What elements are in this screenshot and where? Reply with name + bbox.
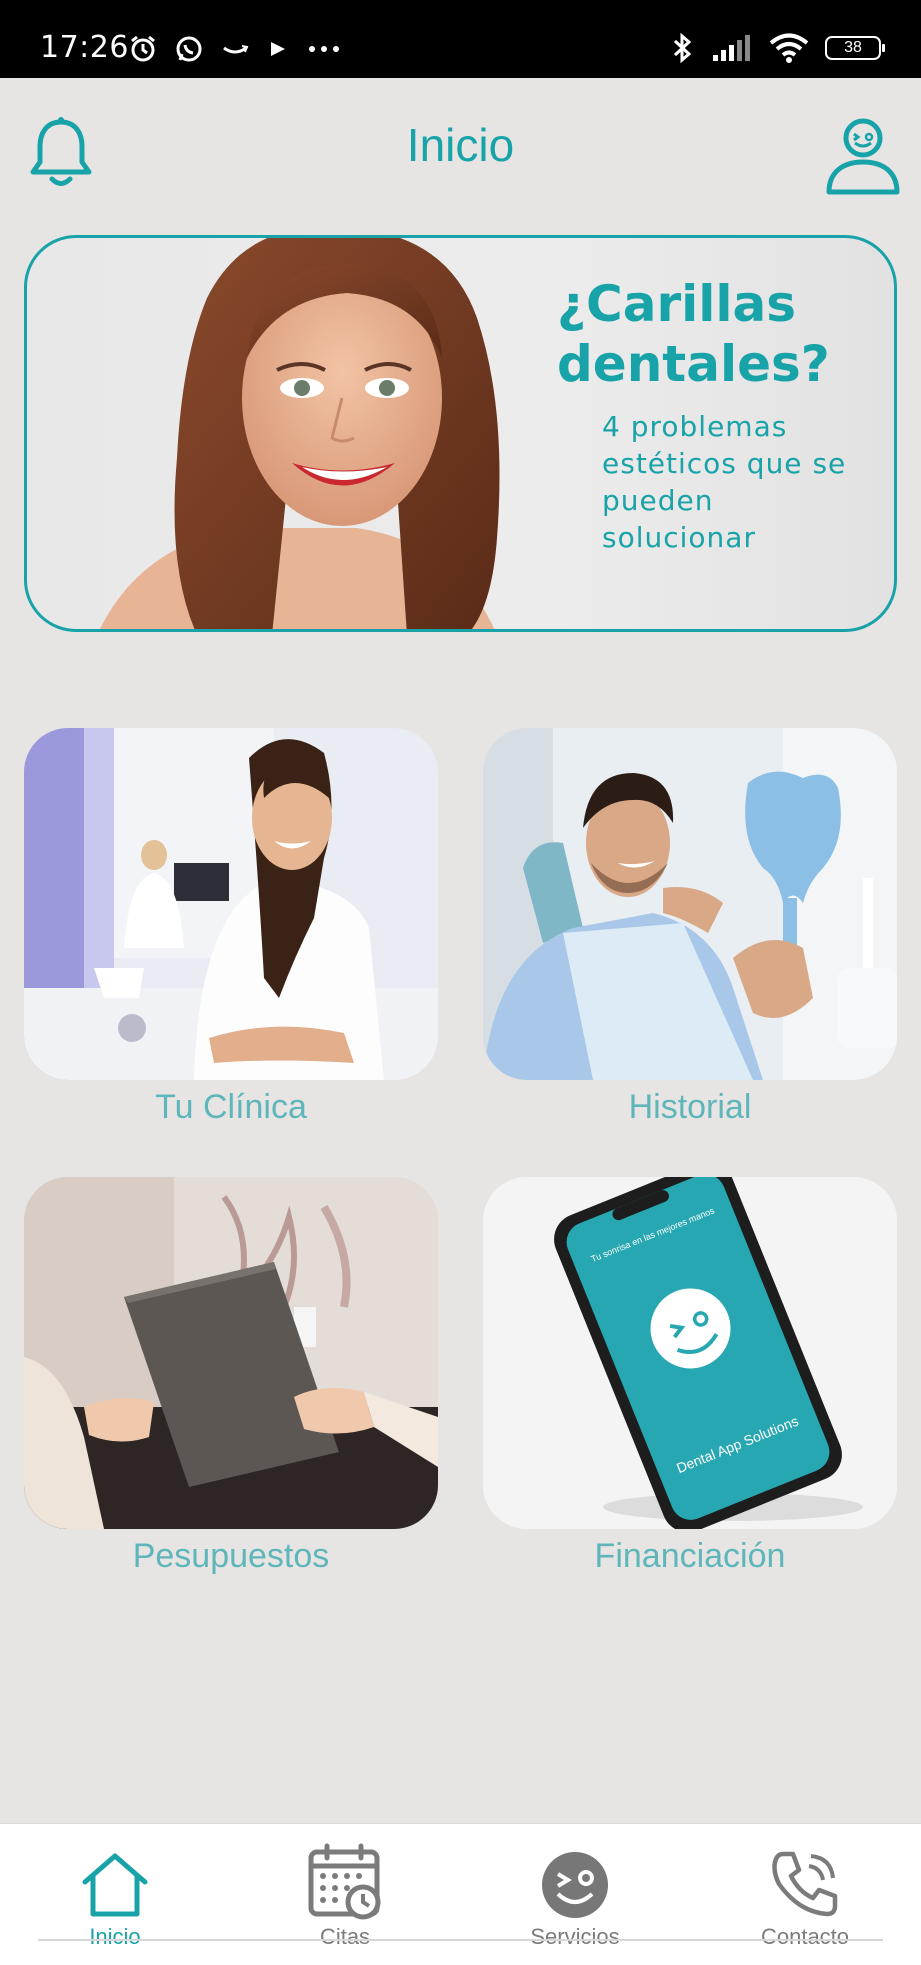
whatsapp-icon: [176, 36, 202, 62]
phone-icon: [772, 1851, 838, 1917]
tile-financiacion[interactable]: Tu sonrisa en las mejores manos Dental A…: [483, 1177, 897, 1529]
user-avatar-icon: [826, 118, 900, 195]
tile-label-pesupuestos[interactable]: Pesupuestos: [24, 1537, 438, 1576]
banner-title: ¿Carillas dentales?: [557, 275, 830, 393]
nav-item-inicio[interactable]: Inicio: [15, 1834, 215, 1950]
tile-label-tu-clinica[interactable]: Tu Clínica: [24, 1088, 438, 1127]
nav-divider: [38, 1939, 883, 1941]
nav-label-servicios: Servicios: [530, 1924, 620, 1949]
status-system-icons: 38: [669, 32, 885, 64]
wink-face-icon: [542, 1852, 608, 1918]
nav-label-inicio: Inicio: [89, 1924, 141, 1949]
calendar-icon: [308, 1843, 381, 1920]
nav-label-contacto: Contacto: [760, 1924, 850, 1949]
tile-historial[interactable]: [483, 728, 897, 1080]
dentist-photo: [24, 728, 438, 1080]
more-icon: [309, 46, 339, 52]
page-title: Inicio: [406, 119, 515, 171]
phone-app-photo: Tu sonrisa en las mejores manos Dental A…: [483, 1177, 897, 1529]
tile-label-financiacion[interactable]: Financiación: [483, 1537, 897, 1576]
app-header: Inicio: [0, 78, 921, 223]
folder-handover-photo: [24, 1177, 438, 1529]
signal-icon: [713, 35, 750, 61]
promo-banner[interactable]: ¿Carillas dentales? 4 problemas estético…: [24, 235, 897, 632]
patient-mirror-photo: [483, 728, 897, 1080]
tile-tu-clinica[interactable]: [24, 728, 438, 1080]
play-icon: [271, 42, 285, 56]
alarm-icon: [131, 35, 155, 62]
wifi-icon: [769, 33, 809, 63]
tile-pesupuestos[interactable]: [24, 1177, 438, 1529]
status-time: 17:26: [40, 30, 129, 65]
bluetooth-icon: [673, 32, 692, 64]
amazon-icon: [223, 45, 249, 54]
nav-item-contacto[interactable]: Contacto: [705, 1834, 905, 1950]
tile-label-historial[interactable]: Historial: [483, 1088, 897, 1127]
bottom-navigation: Inicio Citas Servicios Contacto: [0, 1823, 921, 1965]
banner-subtitle: 4 problemas estéticos que se pueden solu…: [602, 410, 847, 554]
home-icon: [82, 1853, 148, 1917]
battery-level: 38: [844, 39, 862, 56]
nav-label-citas: Citas: [319, 1924, 371, 1949]
battery-indicator: 38: [825, 36, 885, 60]
status-bar: 17:26 38: [0, 0, 921, 78]
profile-button[interactable]: [823, 116, 903, 201]
nav-item-servicios[interactable]: Servicios: [475, 1834, 675, 1950]
nav-item-citas[interactable]: Citas: [245, 1834, 445, 1950]
status-notification-icons: [128, 34, 342, 64]
